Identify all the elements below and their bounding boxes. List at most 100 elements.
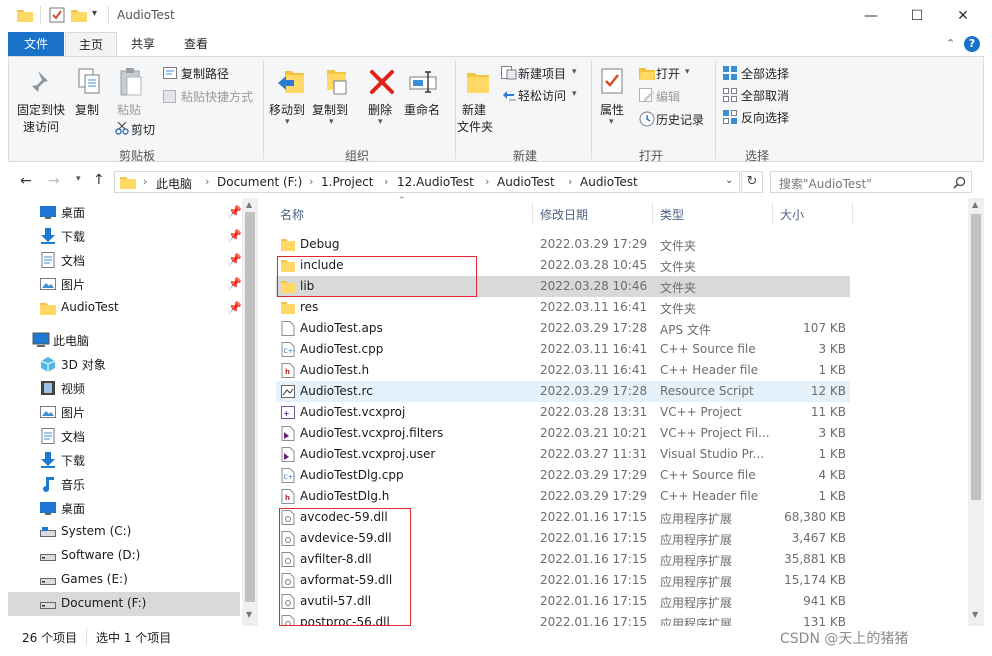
scroll-up-arrow-icon[interactable]: ▲ [246, 200, 252, 209]
file-list-scrollbar-thumb[interactable] [971, 214, 981, 500]
new-folder-button-line1[interactable]: 新建 [462, 101, 486, 118]
cut-button[interactable]: 剪切 [131, 121, 155, 138]
nav-item-downloads[interactable]: 下载 📌 [8, 224, 242, 248]
column-divider[interactable] [532, 203, 533, 225]
help-icon[interactable]: ? [964, 36, 980, 52]
edit-button[interactable]: 编辑 [656, 88, 680, 105]
back-arrow-icon[interactable]: ← [20, 173, 32, 189]
tab-share[interactable]: 共享 [118, 32, 168, 56]
pin-quick-access-line1[interactable]: 固定到快 [17, 101, 65, 118]
file-row[interactable]: C++ AudioTest.cpp 2022.03.11 16:41 C++ Sour… [276, 339, 850, 360]
column-header-name[interactable]: 名称 [280, 206, 304, 223]
recent-locations-dropdown-icon[interactable]: ▾ [76, 174, 81, 184]
column-divider[interactable] [652, 203, 653, 225]
move-to-dropdown-icon[interactable]: ▾ [285, 117, 290, 127]
new-folder-quick-icon[interactable] [71, 8, 87, 22]
properties-checkmark-icon[interactable] [49, 7, 65, 23]
refresh-icon[interactable]: ↻ [741, 171, 763, 193]
properties-dropdown-icon[interactable]: ▾ [609, 117, 614, 127]
collapse-ribbon-icon[interactable]: ⌃ [946, 37, 955, 50]
invert-selection-button[interactable]: 反向选择 [741, 109, 789, 126]
column-header-date[interactable]: 修改日期 [540, 206, 588, 223]
select-none-button[interactable]: 全部取消 [741, 87, 789, 104]
nav-item-system-drive[interactable]: System (C:) [8, 520, 240, 544]
file-row[interactable]: h AudioTest.h 2022.03.11 16:41 C++ Header f… [276, 360, 850, 381]
paste-button[interactable]: 粘贴 [117, 101, 141, 118]
nav-item-software-drive[interactable]: Software (D:) [8, 544, 240, 568]
file-row[interactable]: AudioTest.vcxproj.filters 2022.03.21 10:2… [276, 423, 850, 444]
select-all-button[interactable]: 全部选择 [741, 65, 789, 82]
nav-item-document-drive[interactable]: Document (F:) [8, 592, 240, 616]
pin-quick-access-line2[interactable]: 速访问 [23, 118, 59, 135]
delete-dropdown-icon[interactable]: ▾ [378, 117, 383, 127]
tab-view[interactable]: 查看 [170, 32, 222, 56]
breadcrumb-this-pc[interactable]: 此电脑 [156, 175, 192, 192]
up-arrow-icon[interactable]: ↑ [93, 172, 105, 188]
scroll-down-arrow-icon[interactable]: ▼ [972, 610, 978, 619]
file-row[interactable]: Debug 2022.03.29 17:29 文件夹 [276, 234, 850, 255]
column-header-type[interactable]: 类型 [660, 206, 684, 223]
maximize-button[interactable]: ☐ [894, 0, 940, 32]
new-folder-button-line2[interactable]: 文件夹 [457, 118, 493, 135]
paste-shortcut-button[interactable]: 粘贴快捷方式 [181, 88, 253, 105]
file-row[interactable]: AudioTest.vcxproj.user 2022.03.27 11:31 Vi… [276, 444, 850, 465]
easy-access-button[interactable]: 轻松访问 [518, 87, 566, 104]
nav-item-documents[interactable]: 文档 📌 [8, 248, 242, 272]
address-history-dropdown-icon[interactable]: ⌄ [725, 175, 733, 186]
copy-path-button[interactable]: 复制路径 [181, 65, 229, 82]
nav-item-3d-objects[interactable]: 3D 对象 [8, 352, 240, 376]
breadcrumb-audiotest[interactable]: AudioTest [497, 175, 555, 189]
column-divider[interactable] [772, 203, 773, 225]
open-dropdown-icon[interactable]: ▾ [685, 67, 690, 77]
rename-button[interactable]: 重命名 [404, 101, 440, 118]
properties-button[interactable]: 属性 [600, 101, 624, 118]
scroll-up-arrow-icon[interactable]: ▲ [972, 200, 978, 209]
column-header-size[interactable]: 大小 [780, 206, 804, 223]
nav-item-desktop-pc[interactable]: 桌面 [8, 496, 240, 520]
move-to-button[interactable]: 移动到 [269, 101, 305, 118]
close-button[interactable]: ✕ [940, 0, 986, 32]
file-row[interactable]: C++ AudioTestDlg.cpp 2022.03.29 17:29 C++ S… [276, 465, 850, 486]
nav-scrollbar-thumb[interactable] [245, 212, 255, 602]
file-row[interactable]: AudioTest.rc 2022.03.29 17:28 Resource Scr… [276, 381, 850, 402]
nav-item-pictures-pc[interactable]: 图片 [8, 400, 240, 424]
scroll-down-arrow-icon[interactable]: ▼ [246, 610, 252, 619]
nav-item-audiotest[interactable]: AudioTest 📌 [8, 296, 242, 320]
nav-item-documents-pc[interactable]: 文档 [8, 424, 240, 448]
minimize-button[interactable]: — [848, 0, 894, 32]
new-item-button[interactable]: 新建项目 [518, 65, 566, 82]
file-list-scrollbar[interactable]: ▲ ▼ [968, 198, 984, 626]
history-button[interactable]: 历史记录 [656, 111, 704, 128]
nav-item-games-drive[interactable]: Games (E:) [8, 568, 240, 592]
easy-access-dropdown-icon[interactable]: ▾ [572, 89, 577, 99]
file-row[interactable]: res 2022.03.11 16:41 文件夹 [276, 297, 850, 318]
nav-item-desktop[interactable]: 桌面 📌 [8, 200, 242, 224]
breadcrumb-document-drive[interactable]: Document (F:) [217, 175, 302, 189]
quick-access-dropdown-icon[interactable]: ▾ [92, 8, 97, 19]
copy-to-dropdown-icon[interactable]: ▾ [329, 117, 334, 127]
nav-item-pictures[interactable]: 图片 📌 [8, 272, 242, 296]
open-button[interactable]: 打开 [656, 65, 680, 82]
nav-scrollbar[interactable]: ▲ ▼ [242, 198, 258, 626]
file-row[interactable]: + AudioTest.vcxproj 2022.03.28 13:31 VC++ P… [276, 402, 850, 423]
nav-item-videos[interactable]: 视频 [8, 376, 240, 400]
nav-item-this-pc[interactable]: 此电脑 [8, 328, 240, 352]
new-item-dropdown-icon[interactable]: ▾ [572, 67, 577, 77]
breadcrumb-audiotest-parent[interactable]: 12.AudioTest [397, 175, 474, 189]
address-bar[interactable]: › 此电脑 › Document (F:) › 1.Project › 12.A… [114, 171, 740, 193]
search-icon[interactable] [953, 176, 966, 189]
tab-file[interactable]: 文件 [8, 32, 64, 56]
breadcrumb-audiotest-current[interactable]: AudioTest [580, 175, 638, 189]
column-divider[interactable] [852, 203, 853, 225]
copy-to-button[interactable]: 复制到 [312, 101, 348, 118]
delete-button[interactable]: 删除 [368, 101, 392, 118]
search-box[interactable]: 搜索"AudioTest" [770, 171, 972, 193]
file-row[interactable]: AudioTest.aps 2022.03.29 17:28 APS 文件 107 K… [276, 318, 850, 339]
copy-button[interactable]: 复制 [75, 101, 99, 118]
tab-home[interactable]: 主页 [65, 32, 117, 56]
nav-item-downloads-pc[interactable]: 下载 [8, 448, 240, 472]
forward-arrow-icon[interactable]: → [48, 173, 60, 189]
nav-item-music[interactable]: 音乐 [8, 472, 240, 496]
file-row[interactable]: h AudioTestDlg.h 2022.03.29 17:29 C++ Heade… [276, 486, 850, 507]
breadcrumb-project[interactable]: 1.Project [321, 175, 374, 189]
